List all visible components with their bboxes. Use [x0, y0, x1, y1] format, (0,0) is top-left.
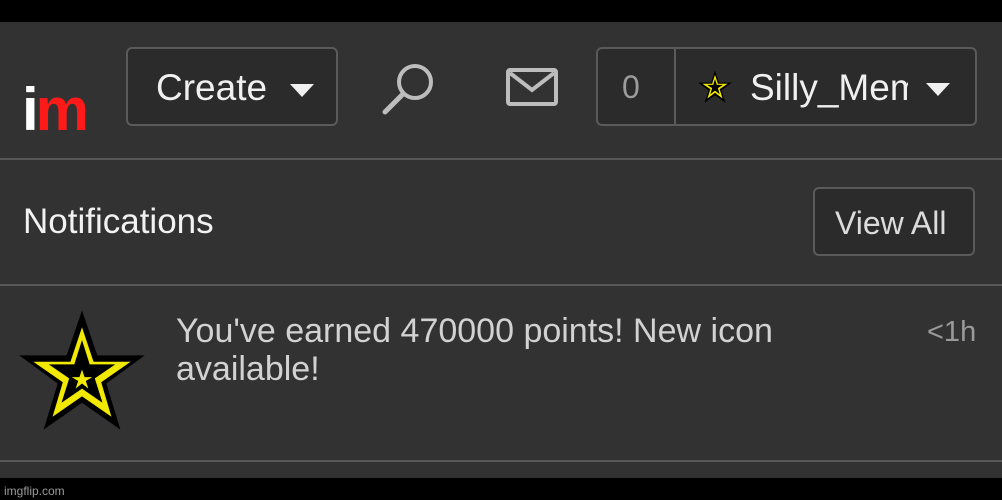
notification-item[interactable]: You've earned 470000 points! New icon av…	[0, 286, 1002, 462]
search-icon[interactable]	[380, 60, 438, 123]
app-frame: im Create 0 Silly_Mem Notifications View…	[0, 22, 1002, 478]
notifications-header: Notifications View All	[0, 160, 1002, 286]
username: Silly_Meme_Lord	[750, 67, 908, 108]
logo-i: i	[22, 76, 39, 143]
notifications-title: Notifications	[23, 202, 214, 241]
notification-text: You've earned 470000 points! New icon av…	[176, 312, 773, 388]
user-menu[interactable]: 0 Silly_Meme_Lord	[596, 47, 977, 126]
view-all-button[interactable]: View All	[813, 187, 975, 256]
star-icon	[697, 69, 733, 110]
view-all-label: View All	[835, 205, 947, 241]
chevron-down-icon	[926, 83, 950, 96]
notification-time: <1h	[927, 316, 977, 348]
watermark: imgflip.com	[4, 484, 65, 498]
mail-icon[interactable]	[506, 68, 558, 111]
create-button[interactable]: Create	[126, 47, 338, 126]
notification-count[interactable]: 0	[622, 69, 640, 106]
create-label: Create	[156, 67, 268, 108]
logo-m: m	[35, 76, 89, 143]
divider	[674, 49, 676, 124]
site-logo[interactable]: im	[22, 80, 89, 140]
star-icon	[18, 308, 146, 441]
top-header: im Create 0 Silly_Mem	[0, 22, 1002, 160]
chevron-down-icon	[290, 84, 314, 97]
